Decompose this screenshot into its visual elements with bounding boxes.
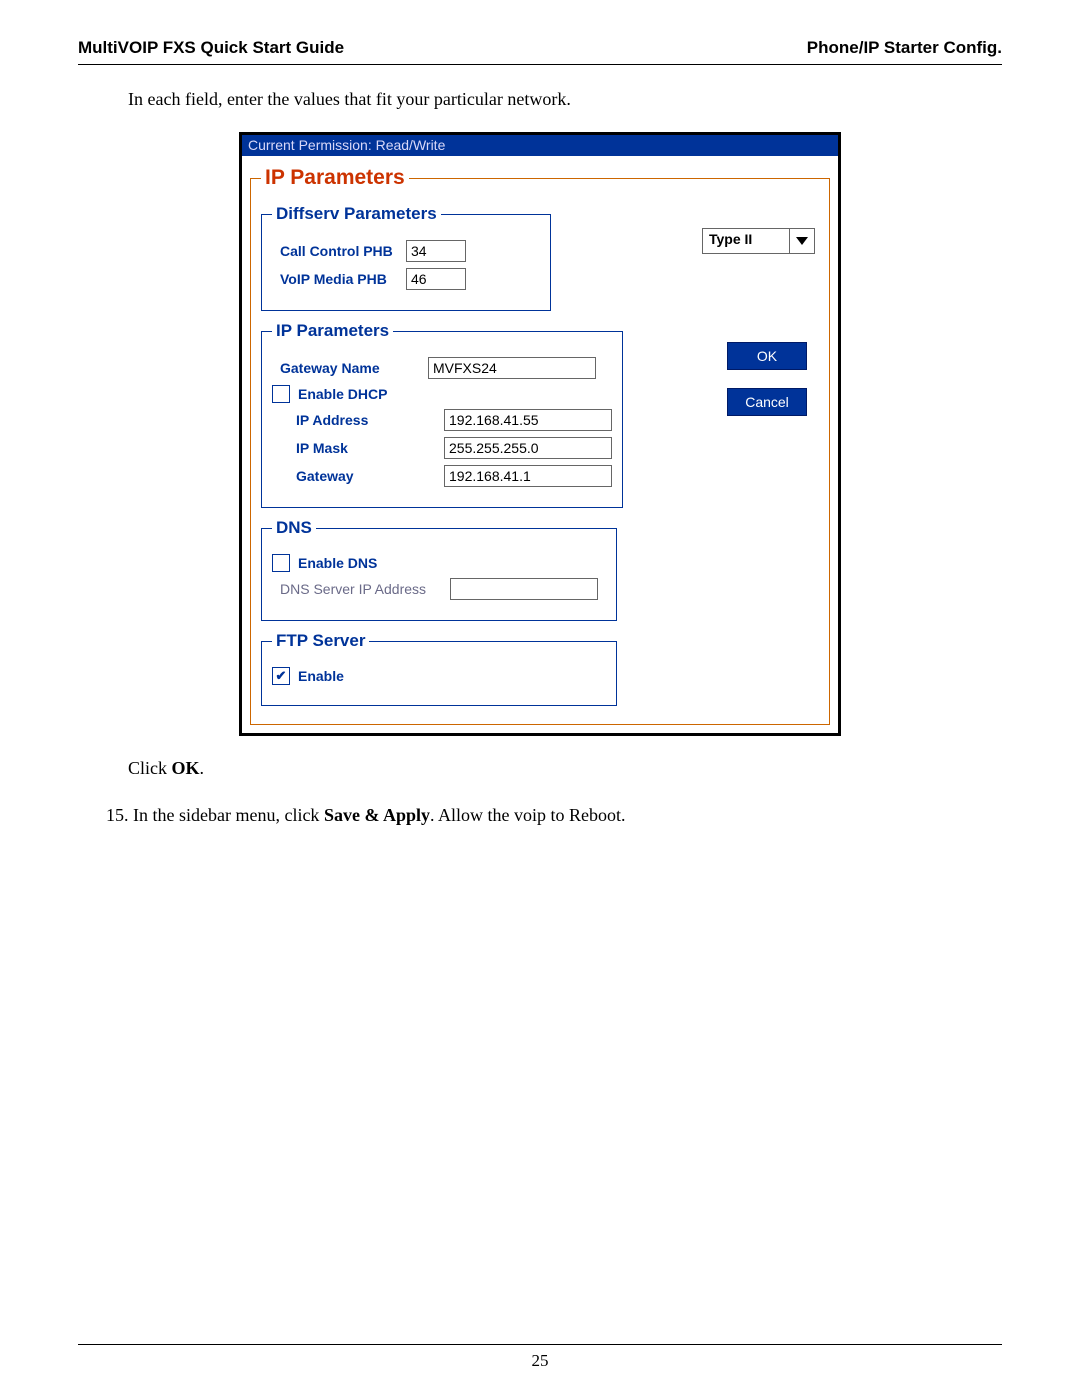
step-15-suffix: . Allow the voip to Reboot. <box>430 805 626 825</box>
click-ok-suffix: . <box>200 758 205 778</box>
ip-parameters-legend: IP Parameters <box>261 166 409 190</box>
ip-parameters-dialog: Current Permission: Read/Write IP Parame… <box>239 132 841 736</box>
chevron-down-icon <box>789 229 814 253</box>
ip-address-label: IP Address <box>272 412 444 428</box>
type-dropdown[interactable]: Type II <box>702 228 815 254</box>
document-page: MultiVOIP FXS Quick Start Guide Phone/IP… <box>0 0 1080 1397</box>
diffserv-group: Diffserv Parameters Call Control PHB VoI… <box>261 204 551 311</box>
step-15-bold: Save & Apply <box>324 805 430 825</box>
call-control-phb-label: Call Control PHB <box>272 243 406 259</box>
dialog-buttons: OK Cancel <box>727 342 807 416</box>
enable-dns-label: Enable DNS <box>298 555 377 571</box>
gateway-name-label: Gateway Name <box>272 360 428 376</box>
click-ok-instruction: Click OK. <box>128 758 1002 779</box>
dns-group: DNS Enable DNS DNS Server IP Address <box>261 518 617 621</box>
click-ok-prefix: Click <box>128 758 172 778</box>
diffserv-legend: Diffserv Parameters <box>272 204 441 224</box>
voip-media-phb-input[interactable] <box>406 268 466 290</box>
cancel-button[interactable]: Cancel <box>727 388 807 416</box>
gateway-label: Gateway <box>272 468 444 484</box>
gateway-name-input[interactable] <box>428 357 596 379</box>
ip-mask-input[interactable] <box>444 437 612 459</box>
voip-media-phb-label: VoIP Media PHB <box>272 271 406 287</box>
click-ok-bold: OK <box>172 758 200 778</box>
ftp-legend: FTP Server <box>272 631 369 651</box>
dns-server-input[interactable] <box>450 578 598 600</box>
ip-sub-group: IP Parameters Gateway Name Enable DHCP I… <box>261 321 623 508</box>
page-number: 25 <box>0 1351 1080 1371</box>
header-left: MultiVOIP FXS Quick Start Guide <box>78 38 344 58</box>
dns-legend: DNS <box>272 518 316 538</box>
permission-statusbar: Current Permission: Read/Write <box>242 135 838 156</box>
dns-server-label: DNS Server IP Address <box>272 581 450 597</box>
ip-sub-legend: IP Parameters <box>272 321 393 341</box>
ip-address-input[interactable] <box>444 409 612 431</box>
ftp-enable-checkbox[interactable]: ✔ <box>272 667 290 685</box>
enable-dhcp-label: Enable DHCP <box>298 386 387 402</box>
ok-button[interactable]: OK <box>727 342 807 370</box>
call-control-phb-input[interactable] <box>406 240 466 262</box>
header-right: Phone/IP Starter Config. <box>807 38 1002 58</box>
ip-mask-label: IP Mask <box>272 440 444 456</box>
footer-rule <box>78 1344 1002 1345</box>
enable-dhcp-checkbox[interactable] <box>272 385 290 403</box>
ftp-group: FTP Server ✔ Enable <box>261 631 617 706</box>
ftp-enable-label: Enable <box>298 668 344 684</box>
ip-parameters-group: IP Parameters Type II OK Cancel Diffserv… <box>250 166 830 725</box>
type-dropdown-value: Type II <box>703 229 789 253</box>
step-15-prefix: In the sidebar menu, click <box>129 805 324 825</box>
intro-text: In each field, enter the values that fit… <box>128 89 1002 110</box>
dialog-body: IP Parameters Type II OK Cancel Diffserv… <box>242 156 838 733</box>
page-header: MultiVOIP FXS Quick Start Guide Phone/IP… <box>78 38 1002 65</box>
step-15-num: 15. <box>106 805 129 825</box>
enable-dns-checkbox[interactable] <box>272 554 290 572</box>
step-15: 15. In the sidebar menu, click Save & Ap… <box>106 805 1002 826</box>
gateway-input[interactable] <box>444 465 612 487</box>
